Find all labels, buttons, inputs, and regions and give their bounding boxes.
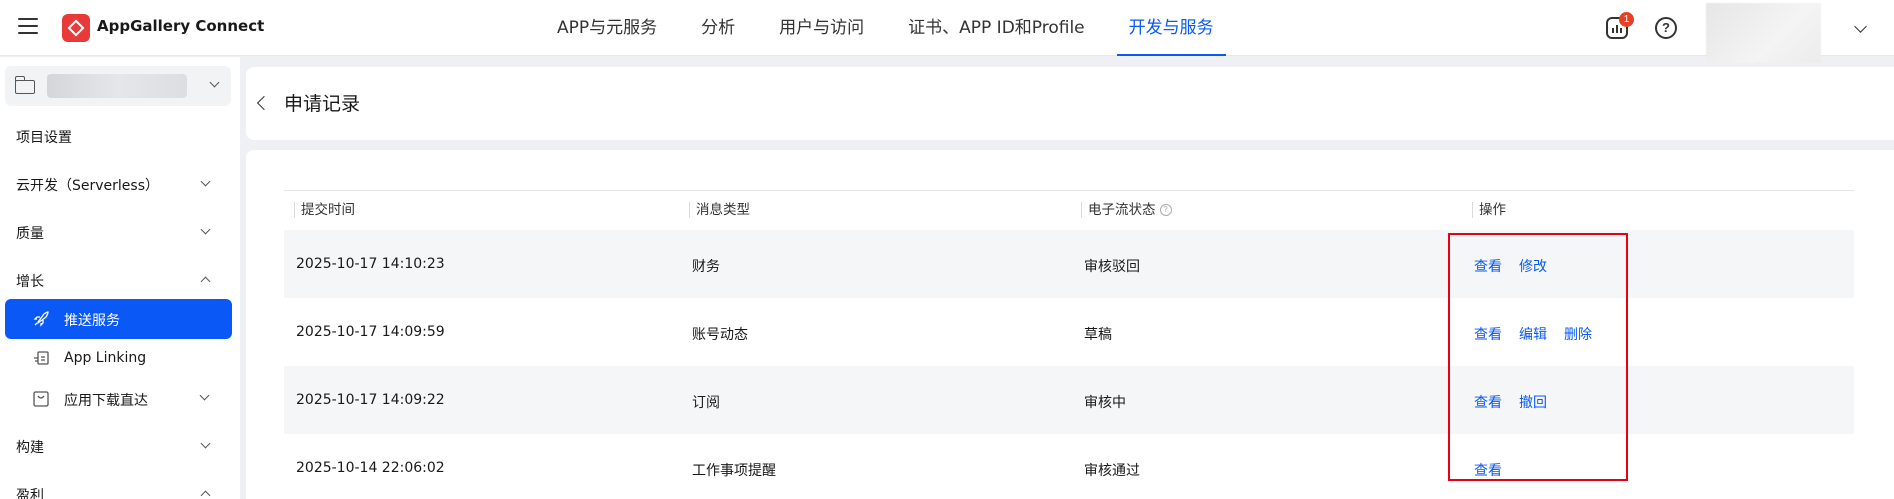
column-header-actions: 操作 — [1472, 202, 1506, 218]
user-avatar[interactable] — [1706, 3, 1821, 63]
help-icon[interactable]: ? — [1159, 204, 1172, 216]
sidebar-item-quality[interactable]: 质量 — [16, 223, 216, 243]
nav-users-access[interactable]: 用户与访问 — [767, 0, 876, 56]
chevron-down-icon — [209, 77, 220, 88]
sidebar-item-label: 盈利 — [16, 488, 44, 499]
sidebar-item-label: 应用下载直达 — [64, 393, 148, 409]
nav-certificates[interactable]: 证书、APP ID和Profile — [896, 0, 1097, 56]
nav-analytics[interactable]: 分析 — [689, 0, 747, 56]
highlight-box — [1448, 233, 1628, 481]
cell-status: 草稿 — [1084, 327, 1112, 343]
sidebar: 项目设置 云开发（Serverless） 质量 增长 推送服务 App Link… — [0, 57, 240, 499]
cell-status: 审核通过 — [1084, 463, 1140, 479]
link-icon — [34, 351, 49, 365]
records-card: 提交时间 消息类型 电子流状态? 操作 2025-10-17 14:10:23 … — [246, 150, 1894, 499]
sidebar-item-label: App Linking — [64, 350, 147, 366]
cell-time: 2025-10-14 22:06:02 — [296, 460, 445, 476]
back-icon[interactable] — [256, 95, 272, 111]
sidebar-item-growth[interactable]: 增长 — [16, 271, 216, 291]
sidebar-item-earn[interactable]: 盈利 — [16, 485, 216, 499]
help-icon[interactable]: ? — [1655, 17, 1677, 39]
sidebar-item-label: 项目设置 — [16, 130, 72, 146]
chevron-down-icon — [200, 438, 211, 449]
cell-type: 账号动态 — [692, 327, 748, 343]
cell-type: 订阅 — [692, 395, 720, 411]
sidebar-item-build[interactable]: 构建 — [16, 437, 216, 457]
top-bar: AppGallery Connect APP与元服务 分析 用户与访问 证书、A… — [0, 0, 1894, 63]
download-page-icon — [33, 391, 49, 407]
folder-icon — [14, 76, 35, 94]
notification-badge: 1 — [1619, 12, 1634, 27]
cell-status: 审核中 — [1084, 395, 1126, 411]
page-header: 申请记录 — [246, 67, 1894, 140]
sidebar-item-label: 质量 — [16, 226, 44, 242]
cell-time: 2025-10-17 14:09:22 — [296, 392, 445, 408]
column-header-type: 消息类型 — [689, 202, 750, 218]
rocket-icon — [33, 311, 49, 327]
nav-app-services[interactable]: APP与元服务 — [545, 0, 669, 56]
sidebar-item-app-linking[interactable]: App Linking — [5, 339, 232, 379]
cell-type: 财务 — [692, 259, 720, 275]
menu-icon[interactable] — [18, 18, 38, 34]
cell-status: 审核驳回 — [1084, 259, 1140, 275]
page-title: 申请记录 — [284, 93, 361, 115]
cell-time: 2025-10-17 14:10:23 — [296, 256, 445, 272]
nav-dev-services[interactable]: 开发与服务 — [1116, 0, 1226, 56]
sidebar-item-label: 云开发（Serverless） — [16, 178, 160, 194]
sidebar-item-label: 增长 — [16, 274, 44, 290]
chevron-down-icon[interactable] — [1854, 20, 1867, 33]
sidebar-item-push-service[interactable]: 推送服务 — [5, 299, 232, 339]
sidebar-item-project-settings[interactable]: 项目设置 — [16, 127, 216, 147]
chevron-up-icon — [200, 276, 211, 287]
brand-name[interactable]: AppGallery Connect — [97, 17, 264, 35]
main-nav: APP与元服务 分析 用户与访问 证书、APP ID和Profile 开发与服务 — [545, 0, 1246, 56]
project-selector[interactable] — [5, 66, 231, 106]
chevron-down-icon — [200, 176, 211, 187]
cell-time: 2025-10-17 14:09:59 — [296, 324, 445, 340]
sidebar-item-label: 构建 — [16, 440, 44, 456]
chevron-down-icon — [200, 224, 211, 235]
column-header-time: 提交时间 — [294, 202, 355, 218]
column-header-status: 电子流状态? — [1081, 202, 1172, 218]
table-header: 提交时间 消息类型 电子流状态? 操作 — [284, 190, 1854, 230]
sidebar-item-label: 推送服务 — [64, 313, 120, 329]
project-name — [47, 74, 187, 98]
chevron-up-icon — [200, 490, 211, 499]
sidebar-item-app-download[interactable]: 应用下载直达 — [5, 379, 232, 419]
appgallery-logo[interactable] — [62, 14, 90, 42]
sidebar-item-serverless[interactable]: 云开发（Serverless） — [16, 175, 216, 195]
chevron-down-icon — [199, 390, 210, 401]
cell-type: 工作事项提醒 — [692, 463, 776, 479]
